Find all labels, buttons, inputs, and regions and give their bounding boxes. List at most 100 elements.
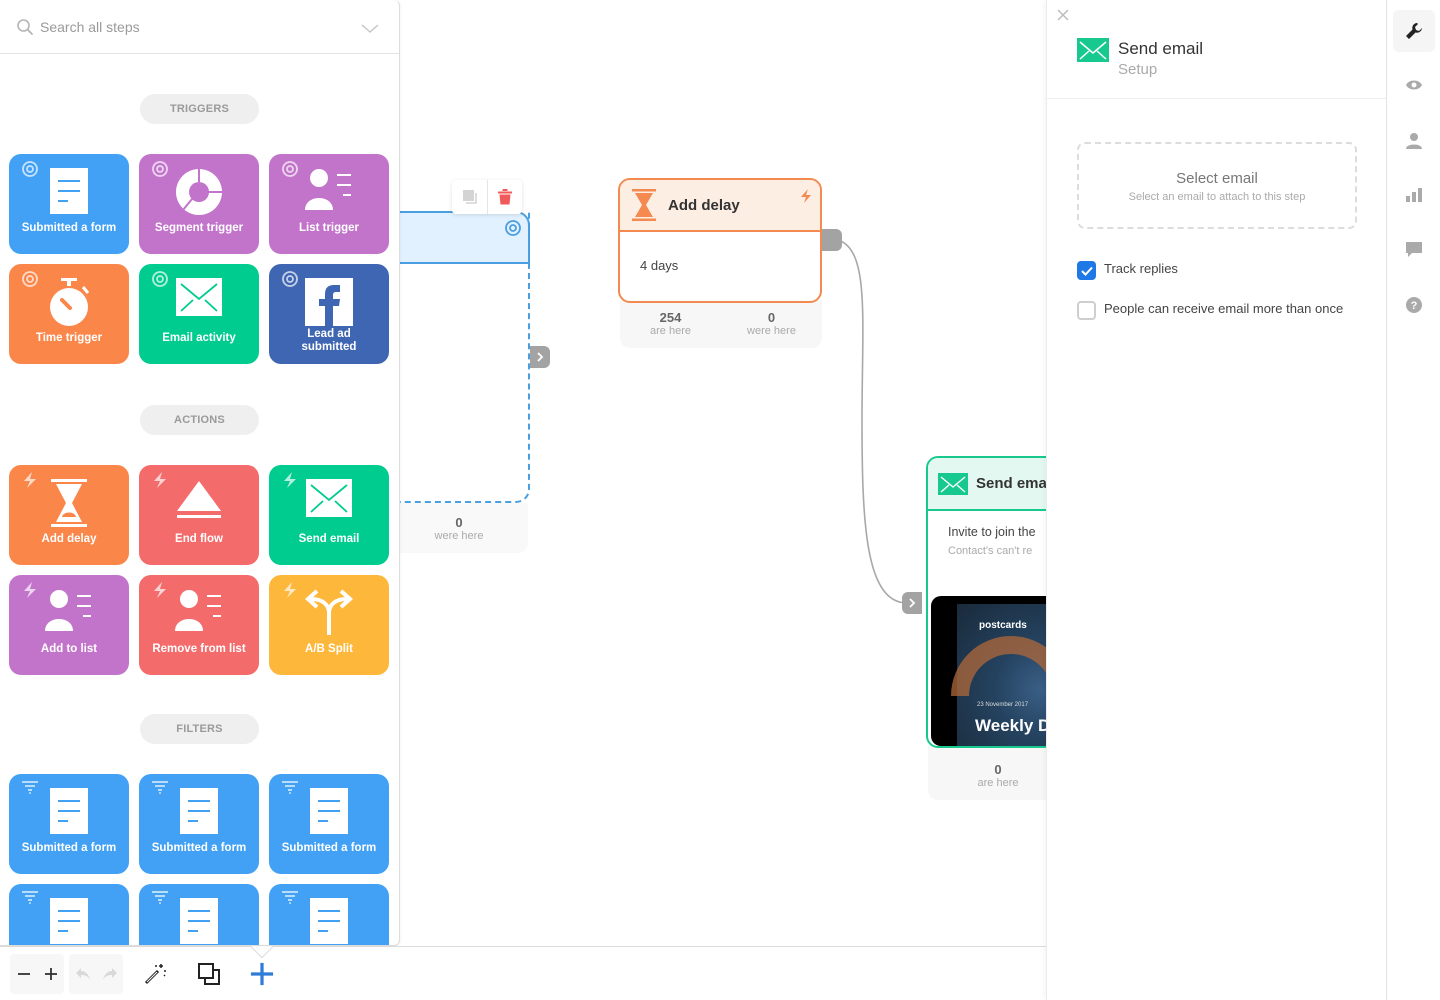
tile-action[interactable]: Add delay (9, 465, 129, 565)
history-controls (69, 954, 123, 994)
lightning-icon (281, 581, 299, 599)
tile-action[interactable]: Send email (269, 465, 389, 565)
tile-filter[interactable]: Submitted a form (269, 774, 389, 874)
stat-label: were here (434, 530, 484, 542)
tile-label: Lead ad submitted (301, 328, 357, 353)
person-icon (1406, 132, 1422, 149)
tile-trigger[interactable]: List trigger (269, 154, 389, 254)
settings-title: Send email (1118, 39, 1204, 58)
rail-comments-button[interactable] (1393, 229, 1435, 271)
duplicate-icon (462, 190, 477, 204)
tile-label: Send email (298, 533, 360, 545)
tile-label: Time trigger (35, 332, 103, 344)
envelope-icon (176, 278, 222, 321)
tile-filter[interactable] (139, 884, 259, 945)
close-icon[interactable] (1055, 7, 1071, 23)
form-icon (180, 898, 218, 945)
trigger-node-header[interactable] (380, 211, 530, 264)
magic-button[interactable] (143, 962, 167, 986)
receive-multiple-option[interactable]: People can receive email more than once (1077, 301, 1344, 320)
email-note: Contact's can't re (948, 545, 1033, 557)
select-email-hint: Select an email to attach to this step (1128, 191, 1306, 203)
stopwatch-icon (47, 278, 91, 331)
chevron-down-icon[interactable] (361, 20, 379, 38)
tile-action[interactable]: Remove from list (139, 575, 259, 675)
undo-button[interactable] (71, 962, 95, 986)
receive-multiple-label: People can receive email more than once (1104, 301, 1344, 316)
target-icon (281, 160, 299, 178)
settings-subtitle: Setup (1118, 61, 1158, 78)
stat-label: are here (650, 325, 691, 337)
person-list-icon (45, 589, 93, 636)
target-icon (281, 270, 299, 288)
tile-action[interactable]: A/B Split (269, 575, 389, 675)
section-triggers: TRIGGERS (140, 94, 259, 124)
help-icon: ? (1406, 297, 1422, 313)
tile-label: List trigger (298, 222, 360, 234)
segment-pie-icon (175, 168, 223, 221)
tile-action[interactable]: Add to list (9, 575, 129, 675)
duplicate-icon (198, 963, 220, 985)
step-settings-panel: Send email Setup Select email Select an … (1046, 0, 1387, 1000)
flow-canvas[interactable]: TRIGGERS ACTIONS FILTERS Submitted a for… (0, 0, 1440, 1000)
track-replies-label: Track replies (1104, 261, 1178, 276)
rail-help-button[interactable]: ? (1393, 284, 1435, 326)
duplicate-button[interactable] (197, 962, 221, 986)
hourglass-icon (632, 189, 656, 221)
lightning-icon (151, 581, 169, 599)
tile-filter[interactable]: Submitted a form (9, 774, 129, 874)
tile-trigger[interactable]: Time trigger (9, 264, 129, 364)
tile-action[interactable]: End flow (139, 465, 259, 565)
lightning-icon (21, 581, 39, 599)
bar-chart-icon (1406, 188, 1422, 202)
rail-stats-button[interactable] (1393, 174, 1435, 216)
send-email-node[interactable]: Send email Invite to join the Contact's … (926, 456, 1066, 748)
redo-button[interactable] (98, 962, 122, 986)
email-input-connector[interactable] (902, 592, 922, 614)
tile-filter[interactable] (9, 884, 129, 945)
tile-label: A/B Split (305, 643, 353, 655)
delay-output-connector[interactable] (822, 229, 842, 251)
rail-contacts-button[interactable] (1393, 119, 1435, 161)
delay-node-stats: 254 are here 0 were here (620, 300, 822, 348)
send-email-node-header: Send email (928, 458, 1064, 511)
rail-settings-button[interactable] (1393, 10, 1435, 52)
target-icon (151, 160, 169, 178)
trigger-output-connector[interactable] (530, 346, 550, 368)
lightning-icon (21, 471, 39, 489)
add-step-button[interactable] (250, 962, 274, 986)
tile-trigger[interactable]: Submitted a form (9, 154, 129, 254)
delete-node-button[interactable] (487, 180, 522, 214)
tile-filter[interactable]: Submitted a form (139, 774, 259, 874)
target-icon (21, 160, 39, 178)
right-rail: ? (1386, 0, 1440, 1000)
lightning-icon (801, 189, 811, 203)
form-icon (310, 898, 348, 945)
lightning-icon (281, 471, 299, 489)
select-email-button[interactable]: Select email Select an email to attach t… (1077, 142, 1357, 229)
tile-label: Submitted a form (21, 842, 117, 854)
zoom-out-button[interactable] (12, 962, 36, 986)
zoom-in-button[interactable] (39, 962, 63, 986)
section-filters: FILTERS (140, 714, 259, 744)
preview-heading: Weekly D (975, 716, 1051, 735)
form-icon (310, 788, 348, 839)
search-bar (0, 0, 399, 54)
duplicate-node-button[interactable] (452, 180, 487, 214)
tile-label: Submitted a form (151, 842, 247, 854)
divider (1047, 98, 1387, 99)
receive-multiple-checkbox[interactable] (1077, 301, 1096, 320)
track-replies-option[interactable]: Track replies (1077, 261, 1344, 280)
rail-preview-button[interactable] (1393, 64, 1435, 106)
search-input[interactable] (40, 18, 340, 35)
tile-trigger[interactable]: Email activity (139, 264, 259, 364)
tile-label: Add to list (40, 643, 98, 655)
svg-text:?: ? (1411, 300, 1418, 312)
delay-node[interactable]: Add delay 4 days (618, 178, 822, 303)
track-replies-checkbox[interactable] (1077, 261, 1096, 280)
tile-filter[interactable] (269, 884, 389, 945)
tile-trigger[interactable]: Lead ad submitted (269, 264, 389, 364)
target-icon (505, 220, 521, 236)
tile-trigger[interactable]: Segment trigger (139, 154, 259, 254)
envelope-icon (1077, 38, 1109, 62)
